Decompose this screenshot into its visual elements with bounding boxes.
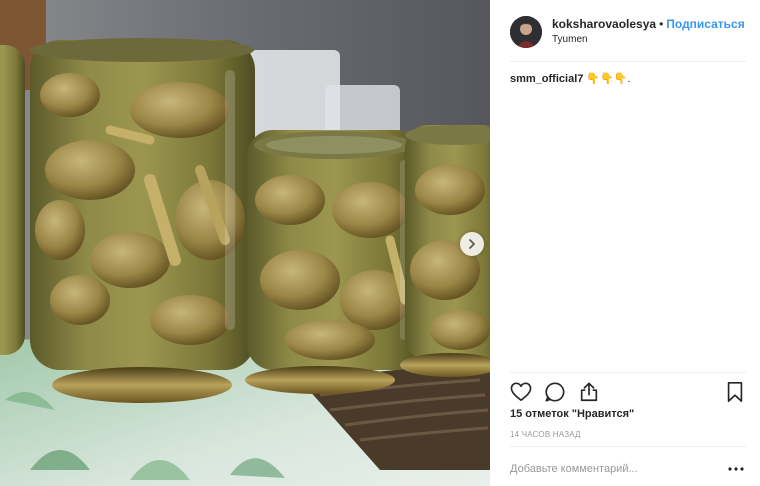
- header-divider: [510, 61, 746, 62]
- avatar[interactable]: [510, 16, 542, 48]
- post-image[interactable]: [0, 0, 490, 486]
- comment-button[interactable]: [542, 379, 568, 405]
- actions-divider: [510, 372, 746, 373]
- comment-input[interactable]: [510, 463, 726, 475]
- caption-text: 👇👇👇.: [583, 73, 631, 85]
- bookmark-icon: [727, 382, 743, 402]
- comment-bubble-icon: [545, 382, 565, 402]
- caption: smm_official7 👇👇👇.: [510, 72, 746, 87]
- header-text: koksharovaolesya • Подписаться Tyumen: [552, 16, 745, 48]
- action-bar: [508, 378, 748, 406]
- post-sidebar: koksharovaolesya • Подписаться Tyumen smm_…: [490, 0, 760, 486]
- username-link[interactable]: koksharovaolesya: [552, 17, 656, 31]
- carousel-next-button[interactable]: [460, 232, 484, 256]
- share-button[interactable]: [576, 379, 602, 405]
- post-header: koksharovaolesya • Подписаться Tyumen: [510, 12, 746, 52]
- chevron-right-icon: [469, 239, 475, 249]
- location-link[interactable]: Tyumen: [552, 32, 745, 48]
- separator-dot: •: [659, 17, 664, 31]
- comment-divider: [510, 446, 746, 447]
- more-options-button[interactable]: [726, 461, 746, 477]
- ellipsis-icon: [728, 467, 744, 471]
- save-button[interactable]: [722, 379, 748, 405]
- avatar-photo: [510, 16, 542, 48]
- likes-count[interactable]: 15 отметок "Нравится": [510, 408, 634, 420]
- like-button[interactable]: [508, 379, 534, 405]
- follow-button[interactable]: Подписаться: [666, 17, 744, 31]
- comment-form: [510, 457, 746, 481]
- mushroom-jars-photo: [0, 0, 490, 486]
- post-timestamp[interactable]: 14 ЧАСОВ НАЗАД: [510, 430, 581, 439]
- caption-username-link[interactable]: smm_official7: [510, 73, 583, 85]
- share-icon: [580, 382, 598, 402]
- heart-icon: [510, 382, 532, 401]
